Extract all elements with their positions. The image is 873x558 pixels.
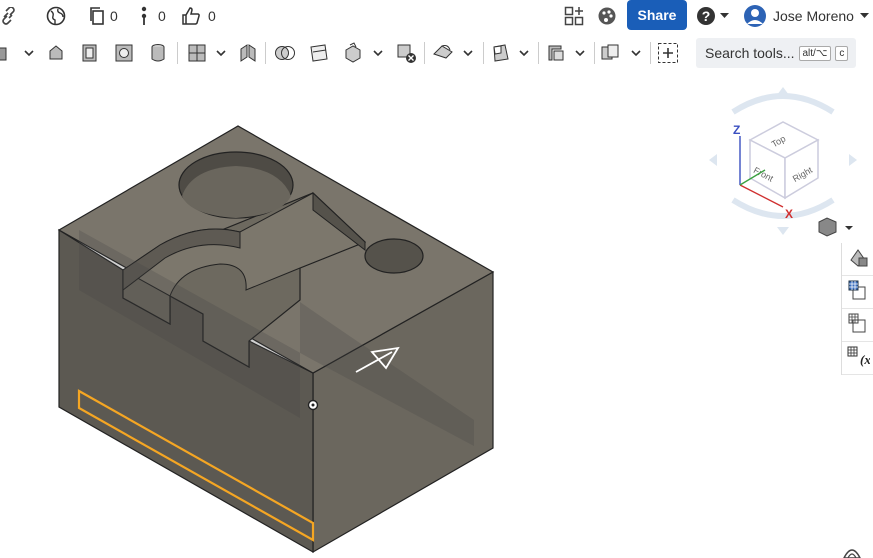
section-view-icon[interactable] bbox=[843, 549, 861, 558]
chevron-down-icon[interactable] bbox=[631, 48, 641, 58]
search-tools-button[interactable]: Search tools... alt/⌥ c bbox=[696, 38, 856, 68]
split-tool-icon[interactable] bbox=[308, 42, 330, 64]
chevron-down-icon[interactable] bbox=[373, 48, 383, 58]
measure-icon bbox=[847, 312, 869, 339]
mass-properties-icon bbox=[847, 279, 869, 306]
boolean-tool-icon[interactable] bbox=[274, 42, 296, 64]
chevron-down-icon[interactable] bbox=[24, 48, 34, 58]
fillet-tool-icon[interactable] bbox=[186, 42, 208, 64]
delete-part-tool-icon[interactable] bbox=[395, 42, 417, 64]
thumbs-up-icon bbox=[181, 6, 201, 26]
extrude-tool-icon[interactable] bbox=[0, 42, 14, 64]
x-axis-label: X bbox=[785, 207, 793, 221]
variable-table-icon: (x) bbox=[846, 345, 873, 372]
share-button[interactable]: Share bbox=[627, 0, 687, 30]
z-axis-label: Z bbox=[733, 123, 740, 137]
measure-button[interactable] bbox=[842, 309, 873, 342]
sweep-tool-icon[interactable] bbox=[79, 42, 101, 64]
orbit-ring[interactable] bbox=[731, 93, 835, 115]
graphics-viewport[interactable]: Top Front Right Z X bbox=[0, 70, 873, 558]
search-tools-label: Search tools... bbox=[705, 45, 795, 61]
documents-count[interactable]: 0 bbox=[88, 5, 118, 27]
top-bar: 0 0 0 Share ? Jose Moreno bbox=[0, 0, 873, 34]
plane-tool-icon[interactable] bbox=[490, 42, 512, 64]
pattern-tool-icon[interactable] bbox=[600, 42, 622, 64]
shortcut-key: c bbox=[835, 45, 849, 61]
mass-properties-button[interactable] bbox=[842, 276, 873, 309]
help-menu[interactable]: ? bbox=[696, 5, 729, 27]
arrow-up-icon[interactable] bbox=[777, 87, 789, 95]
chevron-down-icon bbox=[845, 226, 853, 230]
help-icon: ? bbox=[696, 6, 716, 26]
user-menu[interactable]: Jose Moreno bbox=[743, 5, 869, 27]
user-name: Jose Moreno bbox=[773, 8, 854, 24]
small-hole bbox=[364, 238, 424, 274]
chevron-down-icon bbox=[859, 13, 869, 19]
documents-icon bbox=[88, 6, 106, 26]
shell-tool-icon[interactable] bbox=[113, 42, 135, 64]
mate-connector-tool-icon[interactable] bbox=[545, 42, 567, 64]
branches-count-label: 0 bbox=[158, 8, 166, 24]
chamfer-tool-icon[interactable] bbox=[237, 42, 259, 64]
globe-icon[interactable] bbox=[46, 5, 66, 27]
shortcut-key: alt/⌥ bbox=[798, 45, 832, 61]
revolve-tool-icon[interactable] bbox=[45, 42, 67, 64]
toolbar-separator bbox=[650, 42, 651, 64]
variables-button[interactable]: (x) bbox=[842, 342, 873, 375]
branches-count[interactable]: 0 bbox=[138, 5, 166, 27]
svg-text:(x): (x) bbox=[860, 352, 870, 367]
chevron-down-icon[interactable] bbox=[216, 48, 226, 58]
view-cube[interactable]: Top Front Right Z X bbox=[709, 87, 857, 235]
appearance-icon bbox=[847, 246, 869, 273]
view-options-menu[interactable] bbox=[818, 217, 853, 237]
chevron-down-icon[interactable] bbox=[519, 48, 529, 58]
right-side-panel: (x) bbox=[841, 243, 873, 375]
transform-tool-icon[interactable] bbox=[342, 42, 364, 64]
toolbar-separator bbox=[424, 42, 425, 64]
toolbar-separator bbox=[538, 42, 539, 64]
sheet-metal-tool-icon[interactable] bbox=[432, 42, 454, 64]
documents-count-label: 0 bbox=[110, 8, 118, 24]
cube-icon bbox=[818, 217, 837, 237]
likes-count-label: 0 bbox=[208, 8, 216, 24]
link-icon[interactable] bbox=[0, 5, 18, 27]
chevron-down-icon[interactable] bbox=[463, 48, 473, 58]
toolbar-separator bbox=[483, 42, 484, 64]
chevron-down-icon bbox=[720, 13, 729, 19]
likes-count[interactable]: 0 bbox=[181, 5, 216, 27]
palette-icon[interactable] bbox=[597, 5, 617, 27]
branch-icon bbox=[138, 6, 150, 26]
appearance-panel-button[interactable] bbox=[842, 243, 873, 276]
add-custom-feature-icon[interactable] bbox=[657, 42, 679, 64]
toolbar-separator bbox=[265, 42, 266, 64]
apps-icon[interactable] bbox=[564, 5, 584, 27]
arrow-down-icon[interactable] bbox=[777, 227, 789, 235]
avatar bbox=[743, 4, 767, 28]
arrow-right-icon[interactable] bbox=[849, 154, 857, 166]
svg-text:?: ? bbox=[702, 8, 711, 24]
toolbar-separator bbox=[177, 42, 178, 64]
chevron-down-icon[interactable] bbox=[575, 48, 585, 58]
toolbar-separator bbox=[594, 42, 595, 64]
arrow-left-icon[interactable] bbox=[709, 154, 717, 166]
hole-tool-icon[interactable] bbox=[147, 42, 169, 64]
